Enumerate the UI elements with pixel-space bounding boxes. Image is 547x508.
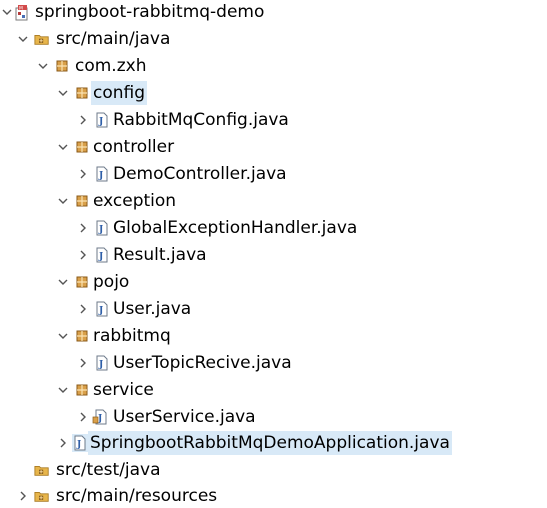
chevron-right-icon[interactable]	[76, 245, 90, 265]
chevron-right-icon[interactable]	[56, 433, 70, 453]
chevron-right-icon[interactable]	[76, 353, 90, 373]
chevron-down-icon[interactable]	[56, 137, 70, 157]
source-folder-icon	[34, 30, 50, 48]
chevron-right-icon[interactable]	[76, 407, 90, 427]
tree-row-usertopicrecive[interactable]: J UserTopicRecive.java	[0, 351, 547, 375]
tree-item-label: src/test/java	[56, 460, 161, 480]
java-file-icon: J	[94, 354, 110, 372]
svg-text:M: M	[19, 5, 23, 11]
tree-item-label: config	[91, 81, 148, 105]
package-icon	[74, 381, 90, 399]
tree-item-label: com.zxh	[75, 56, 147, 76]
tree-row-service[interactable]: service	[0, 378, 547, 402]
tree-item-label: UserService.java	[113, 407, 256, 427]
chevron-down-icon[interactable]	[56, 380, 70, 400]
svg-text:J: J	[98, 360, 103, 370]
tree-item-label: User.java	[113, 299, 192, 319]
tree-item-label: SpringbootRabbitMqDemoApplication.java	[88, 431, 452, 455]
chevron-right-icon[interactable]	[76, 299, 90, 319]
java-interface-file-icon: J	[92, 408, 108, 426]
chevron-right-icon[interactable]	[16, 486, 30, 506]
package-icon	[74, 327, 90, 345]
tree-row-com-zxh[interactable]: com.zxh	[0, 54, 547, 78]
source-folder-icon	[34, 461, 50, 479]
tree-row-rabbitmqconfig[interactable]: J RabbitMqConfig.java	[0, 108, 547, 132]
source-folder-icon	[34, 487, 50, 505]
svg-text:J: J	[98, 252, 103, 262]
chevron-down-icon[interactable]	[56, 83, 70, 103]
chevron-down-icon[interactable]	[36, 56, 50, 76]
tree-item-label: service	[93, 380, 154, 400]
tree-row-src-test-java[interactable]: src/test/java	[0, 458, 547, 482]
tree-row-globalexceptionhandler[interactable]: J GlobalExceptionHandler.java	[0, 216, 547, 240]
chevron-down-icon[interactable]	[16, 29, 30, 49]
java-file-icon: J	[94, 246, 110, 264]
package-icon	[74, 138, 90, 156]
chevron-down-icon[interactable]	[56, 191, 70, 211]
project-explorer-tree: M springboot-rabbitmq-demo src/main/java	[0, 0, 547, 506]
tree-row-democontroller[interactable]: J DemoController.java	[0, 162, 547, 186]
java-file-icon: J	[72, 434, 88, 452]
svg-text:J: J	[76, 440, 81, 450]
tree-item-label: Result.java	[113, 245, 207, 265]
package-icon	[74, 273, 90, 291]
tree-row-exception[interactable]: exception	[0, 189, 547, 213]
tree-item-label: RabbitMqConfig.java	[113, 110, 289, 130]
tree-row-application[interactable]: J SpringbootRabbitMqDemoApplication.java	[0, 431, 547, 455]
tree-row-controller[interactable]: controller	[0, 135, 547, 159]
chevron-right-icon[interactable]	[76, 110, 90, 130]
tree-item-label: GlobalExceptionHandler.java	[113, 218, 358, 238]
package-icon	[54, 57, 70, 75]
java-file-icon: J	[94, 300, 110, 318]
chevron-right-icon[interactable]	[76, 164, 90, 184]
tree-row-pojo[interactable]: pojo	[0, 270, 547, 294]
tree-item-label: UserTopicRecive.java	[113, 353, 292, 373]
java-file-icon: J	[94, 111, 110, 129]
maven-project-icon: M	[14, 3, 30, 21]
chevron-down-icon[interactable]	[56, 272, 70, 292]
tree-item-label: exception	[93, 191, 177, 211]
chevron-right-icon[interactable]	[76, 218, 90, 238]
tree-item-label: rabbitmq	[93, 326, 171, 346]
chevron-down-icon[interactable]	[56, 326, 70, 346]
svg-text:J: J	[98, 225, 103, 235]
tree-row-user[interactable]: J User.java	[0, 297, 547, 321]
svg-text:J: J	[98, 171, 103, 181]
tree-row-src-main-resources[interactable]: src/main/resources	[0, 484, 547, 508]
tree-item-label: src/main/resources	[56, 486, 218, 506]
tree-item-label: springboot-rabbitmq-demo	[35, 2, 265, 22]
tree-item-label: src/main/java	[56, 29, 171, 49]
tree-row-src-main-java[interactable]: src/main/java	[0, 27, 547, 51]
tree-row-result[interactable]: J Result.java	[0, 243, 547, 267]
java-file-icon: J	[94, 165, 110, 183]
tree-row-userservice[interactable]: J UserService.java	[0, 405, 547, 429]
svg-text:J: J	[98, 117, 103, 127]
tree-item-label: pojo	[93, 272, 130, 292]
tree-item-label: DemoController.java	[113, 164, 287, 184]
tree-row-config[interactable]: config	[0, 81, 547, 105]
tree-row-project[interactable]: M springboot-rabbitmq-demo	[0, 0, 547, 24]
tree-item-label: controller	[93, 137, 175, 157]
package-icon	[74, 84, 90, 102]
chevron-down-icon[interactable]	[0, 2, 14, 22]
svg-text:J: J	[98, 306, 103, 316]
package-icon	[74, 192, 90, 210]
tree-row-rabbitmq[interactable]: rabbitmq	[0, 324, 547, 348]
java-file-icon: J	[94, 219, 110, 237]
